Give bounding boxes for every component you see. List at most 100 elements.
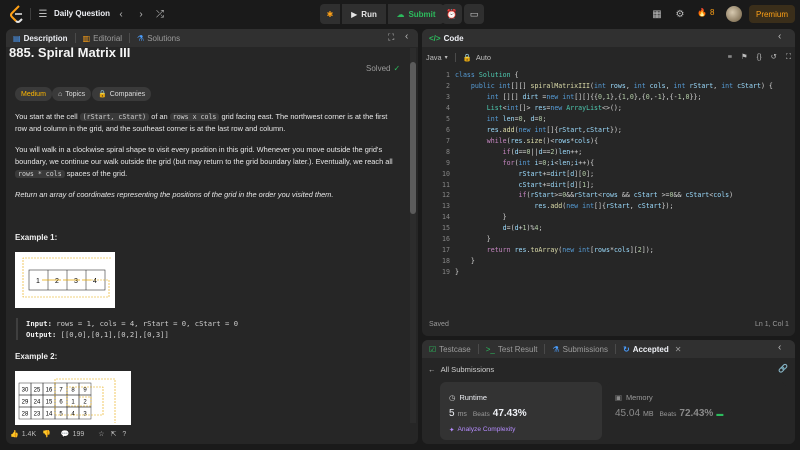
line-number: 12	[442, 191, 450, 200]
all-submissions-link[interactable]: ← All Submissions	[428, 365, 494, 374]
tab-submissions[interactable]: ⚗ Submissions	[545, 340, 615, 358]
label: Memory	[625, 393, 653, 402]
collapse-chevron-icon[interactable]: ‹	[778, 342, 781, 353]
streak-counter[interactable]: 🔥 8	[697, 8, 714, 17]
line-number: 17	[442, 246, 450, 255]
tab-label: Solutions	[147, 33, 181, 43]
note-icon: ▭	[469, 8, 479, 19]
comments-button[interactable]: 💬 199	[61, 430, 85, 439]
line-number: 19	[442, 268, 450, 277]
line-number: 15	[442, 224, 450, 233]
example-2-image: 30 25 16 7 8 9 29 24 15 6 1 2 28 23 14 5 4 3	[15, 371, 131, 425]
tab-accepted[interactable]: ↻ Accepted ✕	[616, 340, 688, 358]
companies-chip[interactable]: 🔒 Companies	[92, 87, 152, 101]
timer-button[interactable]: ⏰	[442, 4, 462, 24]
topics-chip[interactable]: ⌂ Topics	[52, 87, 92, 101]
tab-solutions[interactable]: ⚗ Solutions	[130, 29, 187, 47]
document-icon: ▤	[13, 33, 21, 43]
collapse-chevron-icon[interactable]: ‹	[778, 31, 781, 42]
code-editor[interactable]: class Solution { public int[][] spiralMa…	[455, 70, 773, 278]
close-icon[interactable]: ✕	[675, 345, 682, 354]
shuffle-icon[interactable]: ⤮	[153, 7, 167, 21]
companies-label: Companies	[109, 90, 146, 98]
save-status: Saved	[429, 321, 449, 328]
layout-icon[interactable]: ▦	[650, 7, 664, 21]
favorite-button[interactable]: ☆	[98, 430, 104, 438]
autocomplete-label: Auto	[475, 52, 492, 62]
autocomplete-toggle[interactable]: 🔒 Auto	[463, 53, 491, 62]
avatar[interactable]	[726, 6, 742, 22]
line-number: 6	[446, 125, 450, 134]
description-scrollbar-thumb[interactable]	[410, 62, 416, 214]
notes-button[interactable]: ▭	[464, 4, 484, 24]
example-2-cell: 1	[71, 400, 75, 406]
line-number: 1	[446, 71, 450, 79]
solved-label: Solved	[366, 64, 391, 73]
divider	[30, 8, 31, 20]
format-icon[interactable]: ≡	[728, 52, 732, 62]
example-2-cell: 16	[46, 388, 53, 394]
input-label: Input:	[26, 319, 52, 328]
comment-count: 199	[72, 430, 85, 438]
submit-label: Submit	[408, 9, 436, 19]
fullscreen-icon[interactable]: ⛶	[388, 32, 394, 43]
tab-code[interactable]: </> Code	[422, 29, 471, 47]
example-2-cell: 28	[22, 412, 29, 418]
text: You will walk in a clockwise spiral shap…	[15, 145, 393, 166]
beats-label: Beats	[472, 411, 490, 418]
text: of an	[149, 112, 170, 121]
streak-count: 8	[709, 8, 715, 17]
run-submit-group: ✱ ▶ Run ☁ Submit	[320, 4, 444, 24]
submit-button[interactable]: ☁ Submit	[388, 4, 444, 24]
next-problem-chevron-icon[interactable]: ›	[134, 7, 148, 21]
braces-icon[interactable]: {}	[757, 52, 762, 62]
value: 45.04	[615, 408, 641, 419]
runtime-label: ◷ Runtime	[449, 393, 487, 402]
divider	[454, 52, 456, 62]
debug-button[interactable]: ✱	[320, 4, 340, 24]
memory-card[interactable]: ▣ Memory 45.04 MB Beats 72.43% ▬	[606, 382, 786, 440]
label: Runtime	[459, 393, 487, 402]
problem-list-icon[interactable]: ☰	[36, 7, 50, 21]
top-bar: ☰ Daily Question ‹ › ⤮ ✱ ▶ Run ☁ Submit …	[0, 0, 800, 28]
collapse-chevron-icon[interactable]: ‹	[405, 31, 408, 42]
difficulty-badge: Medium	[15, 87, 52, 101]
example-1-image: 1 2 3 4	[15, 252, 115, 308]
help-button[interactable]: ?	[122, 431, 126, 438]
sparkle-icon: ✦	[449, 427, 455, 434]
premium-button[interactable]: Premium	[749, 5, 795, 23]
fullscreen-icon[interactable]: ⛶	[786, 52, 791, 62]
daily-question-title[interactable]: Daily Question	[54, 9, 110, 18]
bookmark-icon[interactable]: ⚑	[741, 52, 748, 62]
tab-label: Description	[23, 33, 68, 43]
line-number: 4	[446, 103, 450, 112]
page-title[interactable]: 885. Spiral Matrix III	[9, 45, 130, 60]
output-label: Output:	[26, 330, 57, 339]
cursor-position: Ln 1, Col 1	[755, 321, 789, 328]
settings-gear-icon[interactable]: ⚙	[673, 7, 687, 21]
runtime-card[interactable]: ◷ Runtime 5 ms Beats 47.43% ✦ Analyze Co…	[440, 382, 602, 440]
tab-test-result[interactable]: >_ Test Result	[479, 340, 545, 358]
language-select[interactable]: Java ▾	[426, 53, 448, 62]
history-icon: ↻	[622, 344, 630, 354]
line-number: 7	[446, 136, 450, 145]
flask-icon: ⚗	[137, 33, 145, 43]
share-button[interactable]: ⇱	[111, 430, 117, 438]
tab-testcase[interactable]: ☑ Testcase	[422, 340, 478, 358]
analyze-complexity-button[interactable]: ✦ Analyze Complexity	[449, 426, 515, 434]
runtime-value: 5 ms Beats 47.43%	[449, 408, 527, 419]
prev-problem-chevron-icon[interactable]: ‹	[114, 7, 128, 21]
run-button[interactable]: ▶ Run	[342, 4, 386, 24]
example-2-title: Example 2:	[15, 352, 58, 361]
like-button[interactable]: 👍 1.4K	[10, 430, 36, 439]
description-paragraph-2: You will walk in a clockwise spiral shap…	[15, 144, 395, 180]
link-icon[interactable]: 🔗	[778, 364, 788, 373]
example-2-cell: 25	[34, 388, 41, 394]
leetcode-logo[interactable]	[10, 5, 24, 23]
alarm-icon: ⏰	[446, 8, 458, 19]
reset-icon[interactable]: ↺	[771, 52, 777, 62]
line-number: 14	[442, 213, 450, 222]
example-1-title: Example 1:	[15, 233, 58, 242]
tab-label: Test Result	[497, 344, 538, 354]
dislike-button[interactable]: 👎	[42, 430, 51, 438]
